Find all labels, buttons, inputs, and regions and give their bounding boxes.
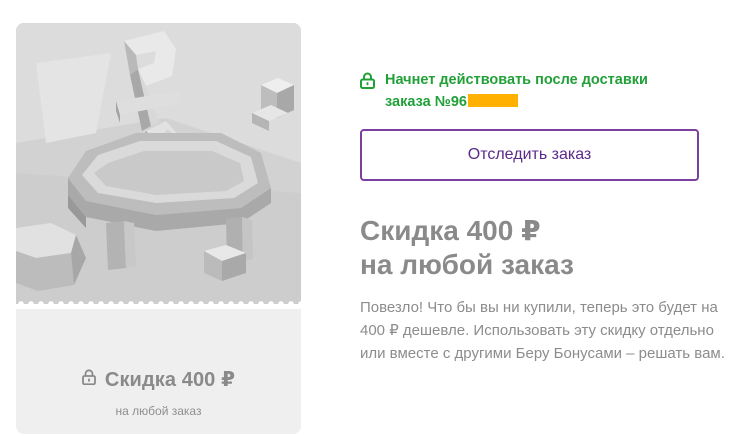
status-line-1: Начнет действовать после доставки [385,72,648,88]
order-number: заказа №96 [385,94,467,110]
discount-headline: Скидка 400 ₽ на любой заказ [360,214,720,282]
coupon-illustration [16,23,301,304]
discount-description: Повезло! Что бы вы ни купили, теперь это… [360,299,725,362]
coupon-perforation [16,299,301,309]
coupon-page: Скидка 400 ₽ на любой заказ Начнет дейст… [0,0,753,436]
headline-line-2: на любой заказ [360,249,574,280]
order-number-redaction [467,94,518,107]
status-text: Начнет действовать после доставки заказа… [385,69,648,113]
lock-icon [82,369,96,390]
status-line-2: заказа №96 [385,91,648,113]
coupon-title: Скидка 400 ₽ [104,369,236,391]
coupon-title-row: Скидка 400 ₽ [16,367,301,392]
coupon-footer: Скидка 400 ₽ на любой заказ [16,309,301,434]
activation-status: Начнет действовать после доставки заказа… [360,69,700,113]
coupon-card: Скидка 400 ₽ на любой заказ [16,23,301,434]
lock-icon [360,72,375,94]
track-order-button[interactable]: Отследить заказ [360,129,699,181]
coupon-subtitle: на любой заказ [115,404,202,418]
headline-line-1: Скидка 400 ₽ [360,215,541,246]
